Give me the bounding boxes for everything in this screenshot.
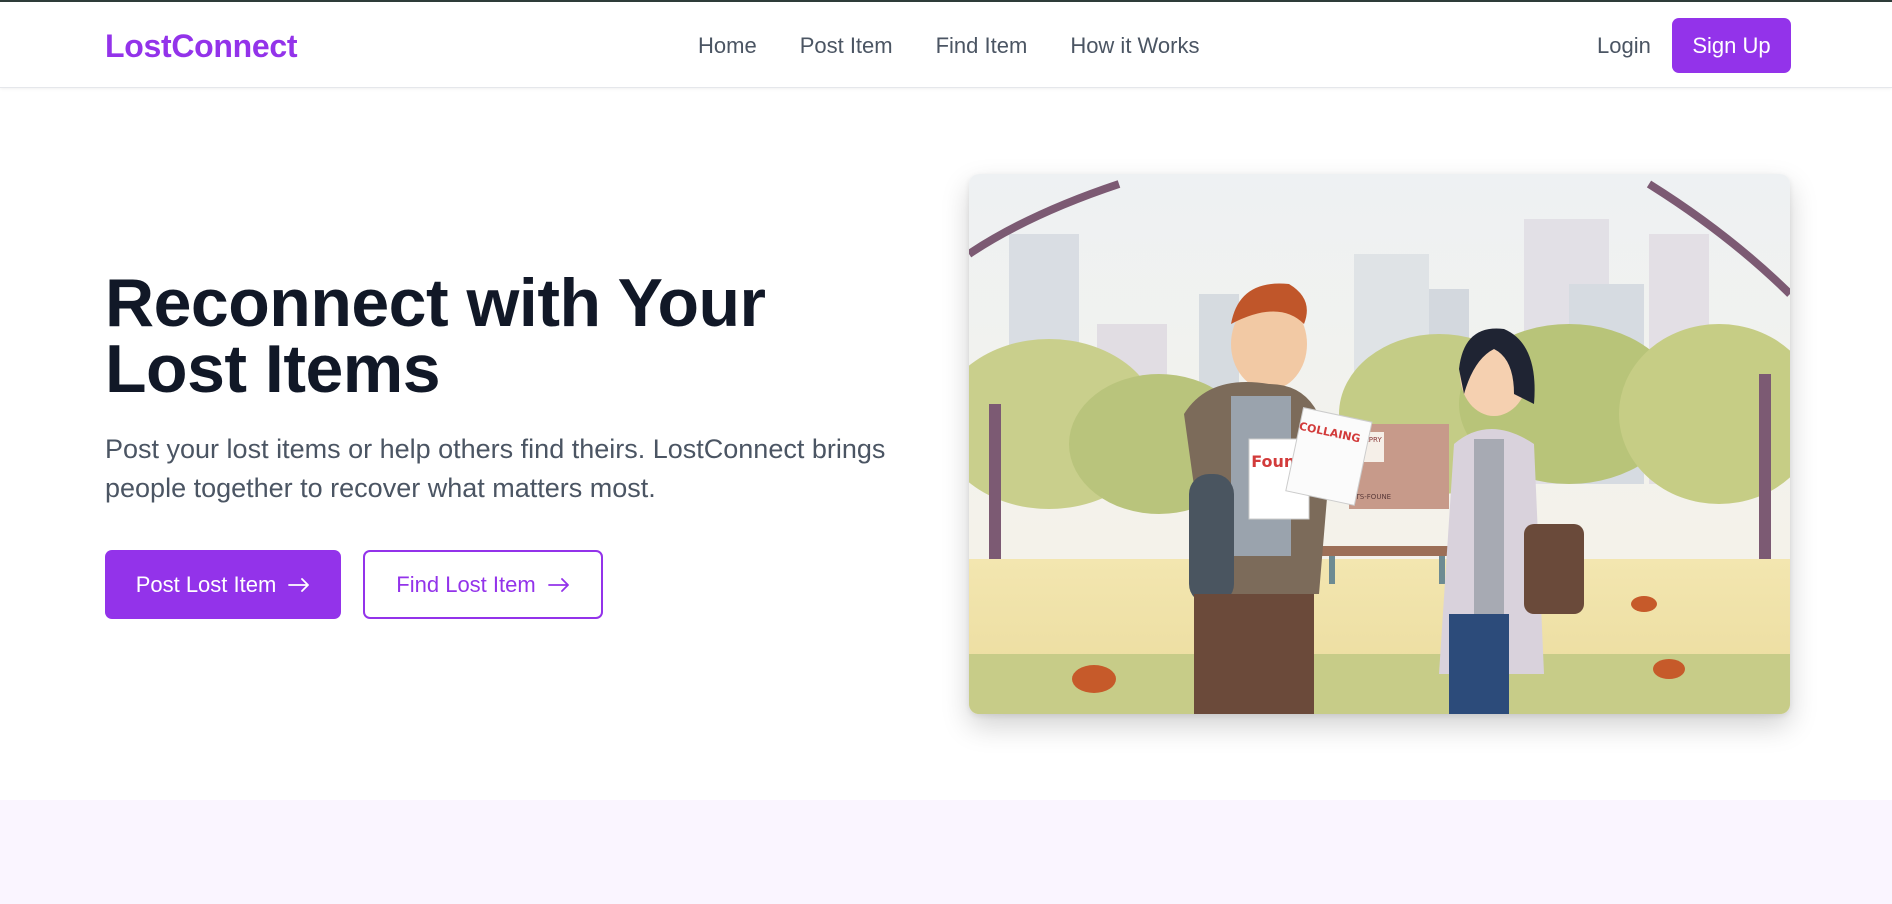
- arrow-right-icon: [288, 577, 310, 592]
- nav-link-home[interactable]: Home: [698, 33, 757, 59]
- signup-button[interactable]: Sign Up: [1672, 18, 1791, 73]
- find-lost-item-label: Find Lost Item: [396, 571, 536, 597]
- hero-title: Reconnect with Your Lost Items: [105, 265, 766, 407]
- login-link[interactable]: Login: [1597, 33, 1651, 59]
- next-section-band: [0, 800, 1892, 904]
- nav-link-how-it-works[interactable]: How it Works: [1070, 33, 1199, 59]
- brand-logo[interactable]: LostConnect: [105, 28, 298, 65]
- nav-link-find-item[interactable]: Find Item: [936, 33, 1028, 59]
- main-nav: Home Post Item Find Item How it Works: [698, 33, 1199, 59]
- post-lost-item-label: Post Lost Item: [135, 571, 277, 597]
- hero-illustration: TAPRY PETS-FOUNE Found COLLAING: [969, 174, 1790, 714]
- nav-link-post-item[interactable]: Post Item: [800, 33, 893, 59]
- post-lost-item-button[interactable]: Post Lost Item: [105, 550, 341, 619]
- navbar: LostConnect Home Post Item Find Item How…: [0, 2, 1892, 88]
- find-lost-item-button[interactable]: Find Lost Item: [363, 550, 603, 619]
- hero-subtitle: Post your lost items or help others find…: [105, 434, 886, 503]
- arrow-right-icon: [547, 577, 569, 592]
